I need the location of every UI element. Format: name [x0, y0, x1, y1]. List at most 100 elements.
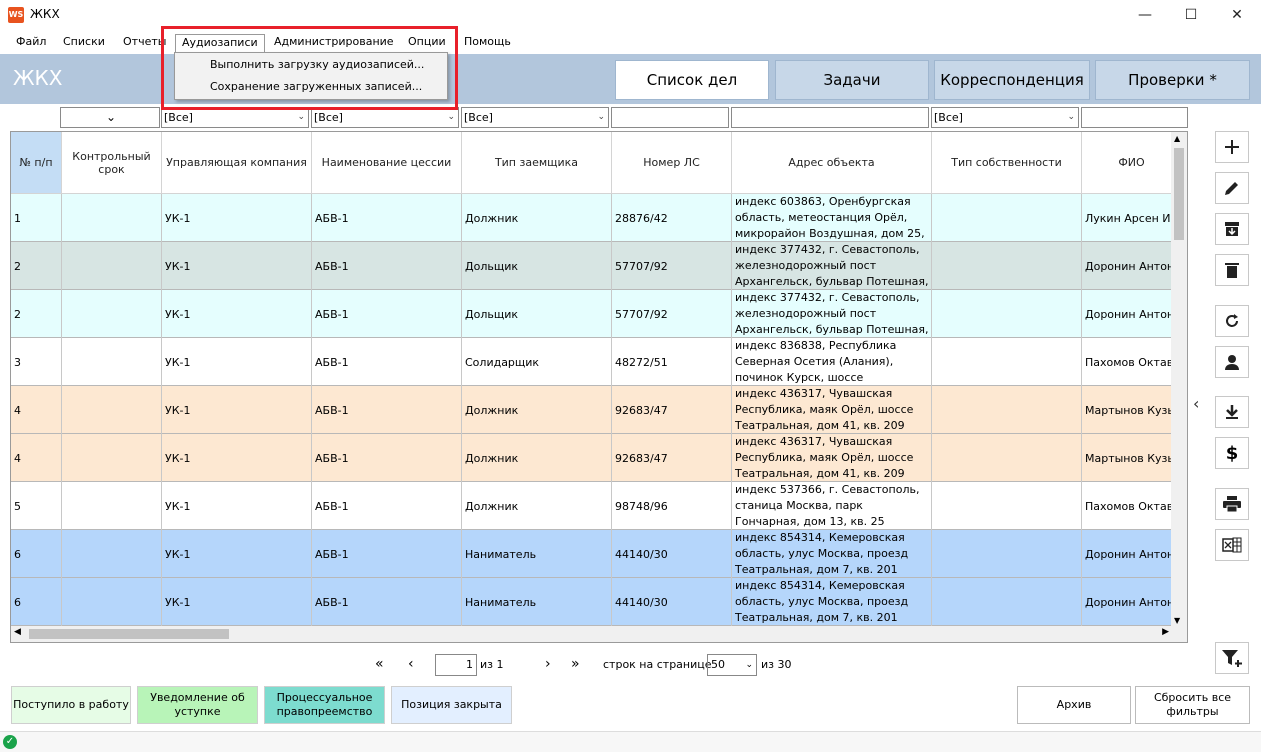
last-page-icon[interactable]: » [571, 656, 580, 672]
scroll-down-icon[interactable]: ▼ [1174, 616, 1180, 625]
plus-icon [1225, 140, 1239, 154]
rows-per-page-select[interactable]: 50 ⌄ [707, 654, 757, 676]
maximize-icon[interactable]: ☐ [1168, 0, 1214, 30]
chevron-left-icon[interactable]: ‹ [1193, 394, 1199, 413]
filter-control-date[interactable]: ⌄ [60, 107, 160, 128]
menu-item-load-audio[interactable]: Выполнить загрузку аудиозаписей... [210, 58, 424, 71]
filter-account[interactable] [611, 107, 729, 128]
filter-address[interactable] [731, 107, 929, 128]
status-in-work-button[interactable]: Поступило в работу [11, 686, 131, 724]
menu-lists[interactable]: Списки [57, 34, 111, 52]
scroll-thumb[interactable] [1174, 148, 1184, 240]
download-button[interactable] [1215, 396, 1249, 428]
cell-control-date [62, 434, 162, 482]
menu-options[interactable]: Опции [402, 34, 452, 52]
table-row[interactable]: 2 УК-1 АБВ-1 Дольщик 57707/92 индекс 377432, … [11, 242, 1182, 290]
payment-button[interactable]: $ [1215, 437, 1249, 469]
pencil-icon [1225, 182, 1238, 195]
col-header-account[interactable]: Номер ЛС [612, 132, 732, 194]
minimize-icon[interactable]: — [1122, 0, 1168, 30]
refresh-button[interactable] [1215, 305, 1249, 337]
menu-file[interactable]: Файл [10, 34, 52, 52]
page-title: ЖКХ [13, 66, 63, 90]
data-grid[interactable]: № п/п Контрольный срок Управляющая компа… [10, 131, 1188, 643]
col-header-address[interactable]: Адрес объекта [732, 132, 932, 194]
table-row[interactable]: 3 УК-1 АБВ-1 Солидарщик 48272/51 индекс 83683… [11, 338, 1182, 386]
status-closed-button[interactable]: Позиция закрыта [391, 686, 512, 724]
tab-cases[interactable]: Список дел [615, 60, 769, 100]
col-header-borrower-type[interactable]: Тип заемщика [462, 132, 612, 194]
menu-help[interactable]: Помощь [458, 34, 517, 52]
archive-icon [1225, 222, 1239, 236]
table-row[interactable]: 4 УК-1 АБВ-1 Должник 92683/47 индекс 436317, … [11, 386, 1182, 434]
menu-item-save-records[interactable]: Сохранение загруженных записей... [210, 80, 422, 93]
edit-button[interactable] [1215, 172, 1249, 204]
user-button[interactable] [1215, 346, 1249, 378]
filter-company[interactable]: [Все] ⌄ [161, 107, 309, 128]
chevron-down-icon: ⌄ [745, 660, 753, 670]
table-row[interactable]: 6 УК-1 АБВ-1 Наниматель 44140/30 индекс 85431… [11, 578, 1182, 626]
add-button[interactable] [1215, 131, 1249, 163]
table-row[interactable]: 5 УК-1 АБВ-1 Должник 98748/96 индекс 537366, … [11, 482, 1182, 530]
filter-cession[interactable]: [Все] ⌄ [311, 107, 459, 128]
printer-icon [1223, 496, 1241, 513]
cell-control-date [62, 242, 162, 290]
vertical-scrollbar[interactable]: ▲ ▼ [1171, 132, 1187, 627]
scroll-right-icon[interactable]: ▶ [1162, 627, 1169, 637]
check-icon: ✓ [3, 735, 17, 749]
cell-num: 3 [11, 338, 62, 386]
col-header-num[interactable]: № п/п [11, 132, 62, 194]
close-icon[interactable]: ✕ [1214, 0, 1260, 30]
table-row[interactable]: 1 УК-1 АБВ-1 Должник 28876/42 индекс 603863, … [11, 194, 1182, 242]
cell-borrower-type: Дольщик [462, 242, 612, 290]
delete-button[interactable] [1215, 254, 1249, 286]
page-input[interactable]: 1 [435, 654, 477, 676]
table-row[interactable]: 4 УК-1 АБВ-1 Должник 92683/47 индекс 436317, … [11, 434, 1182, 482]
status-assignment-notice-button[interactable]: Уведомление об уступке [137, 686, 258, 724]
filter-borrower-type[interactable]: [Все] ⌄ [461, 107, 609, 128]
tab-checks[interactable]: Проверки * [1095, 60, 1250, 100]
col-header-ownership[interactable]: Тип собственности [932, 132, 1082, 194]
prev-page-icon[interactable]: ‹ [408, 656, 414, 672]
menu-reports[interactable]: Отчеты [117, 34, 172, 52]
cell-address: индекс 377432, г. Севастополь, железнодо… [732, 242, 932, 290]
excel-export-button[interactable] [1215, 529, 1249, 561]
chevron-down-icon: ⌄ [447, 112, 455, 122]
scroll-thumb[interactable] [29, 629, 229, 639]
table-row[interactable]: 2 УК-1 АБВ-1 Дольщик 57707/92 индекс 377432, … [11, 290, 1182, 338]
cell-cession: АБВ-1 [312, 434, 462, 482]
filter-fio[interactable] [1081, 107, 1188, 128]
pager: « ‹ 1 из 1 › » строк на странице 50 ⌄ из … [0, 652, 1190, 678]
tab-tasks[interactable]: Задачи [775, 60, 929, 100]
print-button[interactable] [1215, 488, 1249, 520]
next-page-icon[interactable]: › [545, 656, 551, 672]
col-header-cession[interactable]: Наименование цессии [312, 132, 462, 194]
menu-admin[interactable]: Администрирование [268, 34, 400, 52]
archive-button[interactable] [1215, 213, 1249, 245]
table-row[interactable]: 6 УК-1 АБВ-1 Наниматель 44140/30 индекс 85431… [11, 530, 1182, 578]
col-header-company[interactable]: Управляющая компания [162, 132, 312, 194]
col-header-control-date[interactable]: Контрольный срок [62, 132, 162, 194]
col-header-fio[interactable]: ФИО [1082, 132, 1182, 194]
reset-filters-button[interactable]: Сбросить все фильтры [1135, 686, 1250, 724]
cell-borrower-type: Должник [462, 386, 612, 434]
archive-toggle-button[interactable]: Архив [1017, 686, 1131, 724]
horizontal-scrollbar[interactable]: ◀ ▶ [11, 626, 1187, 642]
tab-correspondence[interactable]: Корреспонденция [934, 60, 1090, 100]
filter-row: ⌄ [Все] ⌄ [Все] ⌄ [Все] ⌄ [Все] ⌄ [0, 104, 1190, 130]
scroll-left-icon[interactable]: ◀ [14, 627, 21, 637]
cell-ownership [932, 578, 1082, 626]
cell-company: УК-1 [162, 194, 312, 242]
cell-company: УК-1 [162, 242, 312, 290]
scroll-up-icon[interactable]: ▲ [1174, 134, 1180, 143]
cell-num: 4 [11, 434, 62, 482]
first-page-icon[interactable]: « [375, 656, 384, 672]
cell-address: индекс 854314, Кемеровская область, улус… [732, 578, 932, 626]
trash-icon [1225, 263, 1239, 278]
chevron-down-icon: ⌄ [597, 112, 605, 122]
filter-ownership[interactable]: [Все] ⌄ [931, 107, 1079, 128]
status-succession-button[interactable]: Процессуальное правопреемство [264, 686, 385, 724]
menu-audio[interactable]: Аудиозаписи [175, 34, 265, 52]
cell-control-date [62, 386, 162, 434]
add-filter-button[interactable] [1215, 642, 1249, 674]
